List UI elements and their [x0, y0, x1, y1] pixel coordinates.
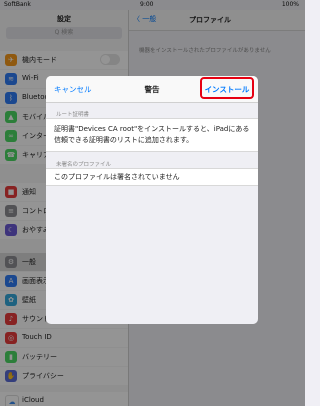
install-highlight: インストール	[200, 77, 254, 99]
ipad-screen: SoftBank 9:00 100% 設定 Q 検索 ✈ 機内モード ≋ Wi-Fi ᛒ…	[0, 0, 305, 406]
dialog-header: キャンセル 警告 インストール	[46, 76, 258, 103]
install-button[interactable]: インストール	[202, 84, 252, 95]
root-cert-cell: 証明書"Devices CA root"をインストールすると、iPadにある信頼…	[46, 118, 258, 152]
root-cert-text: 証明書"Devices CA root"をインストールすると、iPadにある信頼…	[54, 125, 250, 144]
unsigned-text: このプロファイルは署名されていません	[54, 173, 180, 181]
unsigned-cell: このプロファイルは署名されていません	[46, 168, 258, 186]
unsigned-section-label: 未署名のプロファイル	[56, 162, 112, 168]
root-cert-section-label: ルート証明書	[56, 112, 90, 118]
warning-dialog: キャンセル 警告 インストール ルート証明書 証明書"Devices CA ro…	[46, 76, 258, 324]
